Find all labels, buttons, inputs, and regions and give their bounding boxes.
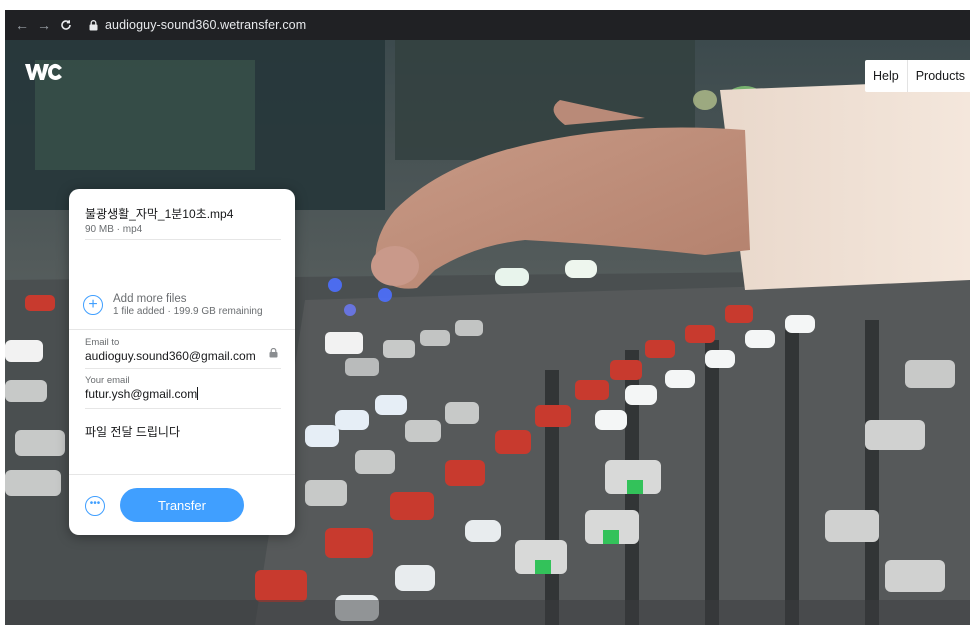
file-divider (85, 239, 281, 240)
your-email-value: futur.ysh@gmail.com (85, 387, 198, 401)
help-link[interactable]: Help (865, 60, 907, 92)
email-to-label: Email to (85, 337, 120, 348)
your-email-label: Your email (85, 375, 130, 386)
add-more-label: Add more files (113, 293, 187, 305)
field-divider (85, 408, 281, 409)
more-options-icon[interactable]: ••• (85, 496, 105, 516)
address-bar[interactable]: audioguy-sound360.wetransfer.com (87, 18, 306, 32)
section-divider (69, 329, 295, 330)
lock-icon (269, 345, 279, 358)
back-icon[interactable]: ← (11, 14, 33, 36)
file-name: 불광생활_자막_1분10초.mp4 (85, 207, 234, 221)
top-navigation: Help Products (865, 60, 970, 92)
field-divider (85, 368, 281, 369)
transfer-panel: 불광생활_자막_1분10초.mp4 90 MB · mp4 + Add more… (69, 189, 295, 535)
file-meta: 90 MB · mp4 (85, 224, 143, 235)
email-to-field[interactable]: Email to audioguy.sound360@gmail.com (85, 337, 281, 363)
reload-icon[interactable] (55, 14, 77, 36)
add-more-files-button[interactable]: + Add more files 1 file added · 199.9 GB… (83, 293, 263, 317)
email-to-value[interactable]: audioguy.sound360@gmail.com (85, 349, 281, 363)
your-email-field[interactable]: Your email futur.ysh@gmail.com (85, 375, 281, 401)
your-email-input[interactable]: futur.ysh@gmail.com (85, 387, 281, 401)
wetransfer-logo-icon[interactable] (25, 60, 65, 84)
lock-icon (87, 19, 99, 31)
file-list-item[interactable]: 불광생활_자막_1분10초.mp4 90 MB · mp4 (85, 205, 285, 235)
forward-icon[interactable]: → (33, 14, 55, 36)
url-text[interactable]: audioguy-sound360.wetransfer.com (105, 18, 306, 32)
products-link[interactable]: Products (906, 60, 970, 92)
browser-toolbar: ← → audioguy-sound360.wetransfer.com (5, 10, 970, 40)
message-field[interactable]: 파일 전달 드립니다 (85, 423, 180, 440)
text-caret (197, 387, 199, 400)
transfer-button[interactable]: Transfer (120, 488, 244, 522)
plus-circle-icon: + (83, 295, 103, 315)
files-status: 1 file added · 199.9 GB remaining (113, 306, 263, 317)
